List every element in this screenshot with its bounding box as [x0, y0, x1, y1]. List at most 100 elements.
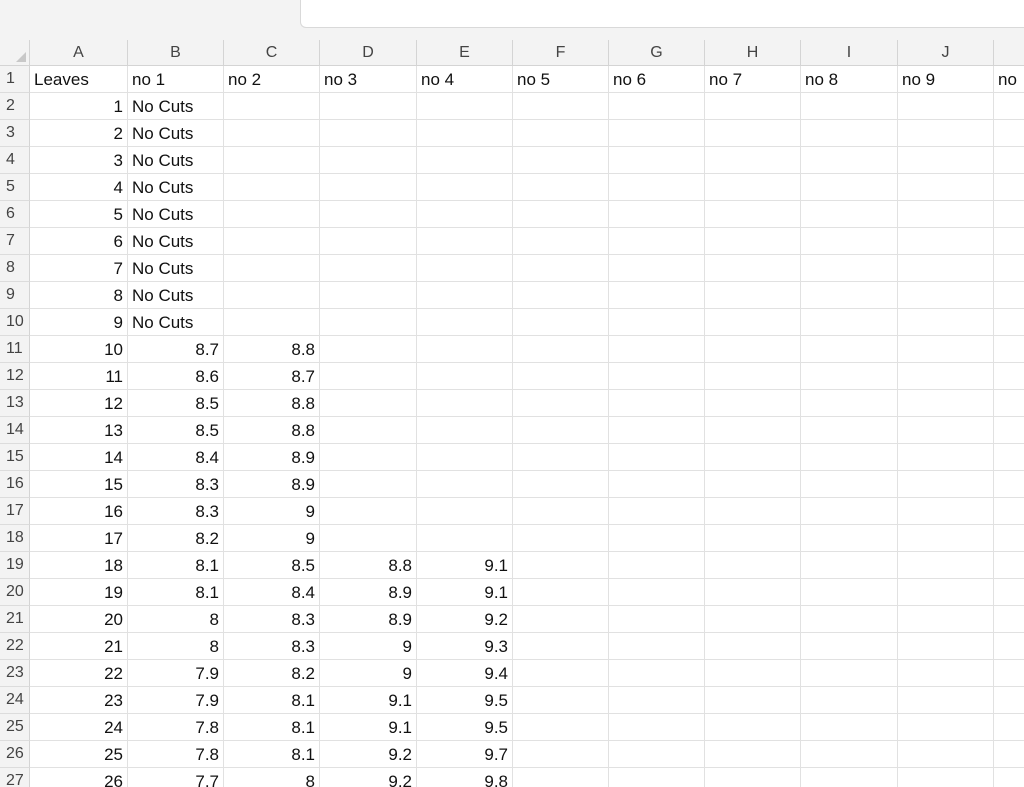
grid-cell[interactable] [609, 471, 705, 498]
grid-cell[interactable] [320, 390, 417, 417]
grid-cell[interactable] [705, 552, 801, 579]
grid-cell[interactable]: 9.2 [320, 741, 417, 768]
grid-cell[interactable] [320, 471, 417, 498]
grid-cell[interactable] [513, 552, 609, 579]
grid-cell[interactable]: 9.5 [417, 714, 513, 741]
grid-cell[interactable] [898, 417, 994, 444]
grid-cell[interactable] [705, 768, 801, 787]
grid-cell[interactable]: 19 [30, 579, 128, 606]
grid-cell[interactable] [994, 687, 1024, 714]
grid-cell[interactable] [705, 714, 801, 741]
grid-cell[interactable] [513, 174, 609, 201]
grid-cell[interactable] [801, 174, 898, 201]
grid-cell[interactable] [994, 579, 1024, 606]
grid-cell[interactable] [513, 120, 609, 147]
row-header[interactable]: 9 [0, 282, 30, 309]
grid-cell[interactable] [320, 498, 417, 525]
grid-cell[interactable] [513, 606, 609, 633]
grid-cell[interactable]: 8.1 [224, 741, 320, 768]
row-header[interactable]: 25 [0, 714, 30, 741]
grid-cell[interactable]: 9 [224, 498, 320, 525]
grid-cell[interactable]: 8.8 [320, 552, 417, 579]
grid-cell[interactable]: 8 [30, 282, 128, 309]
grid-cell[interactable]: 17 [30, 525, 128, 552]
grid-cell[interactable] [994, 228, 1024, 255]
grid-cell[interactable] [513, 498, 609, 525]
grid-cell[interactable] [801, 255, 898, 282]
grid-cell[interactable] [898, 741, 994, 768]
grid-cell[interactable] [417, 228, 513, 255]
grid-cell[interactable] [609, 93, 705, 120]
grid-cell[interactable] [513, 147, 609, 174]
grid-cell[interactable]: 8.1 [224, 714, 320, 741]
grid-cell[interactable] [513, 363, 609, 390]
grid-cell[interactable] [609, 768, 705, 787]
grid-cell[interactable] [705, 417, 801, 444]
grid-cell[interactable] [320, 363, 417, 390]
grid-cell[interactable] [513, 336, 609, 363]
grid-cell[interactable]: 9.1 [417, 552, 513, 579]
grid-cell[interactable] [994, 471, 1024, 498]
grid-cell[interactable] [609, 228, 705, 255]
grid-cell[interactable] [898, 390, 994, 417]
grid-cell[interactable] [609, 633, 705, 660]
grid-cell[interactable] [898, 147, 994, 174]
grid-cell[interactable]: 3 [30, 147, 128, 174]
grid-cell[interactable] [898, 255, 994, 282]
grid-cell[interactable]: 2 [30, 120, 128, 147]
grid-cell[interactable] [801, 390, 898, 417]
grid-cell[interactable]: No Cuts [128, 255, 224, 282]
grid-cell[interactable] [609, 147, 705, 174]
grid-cell[interactable]: 23 [30, 687, 128, 714]
grid-cell[interactable] [609, 255, 705, 282]
grid-cell[interactable]: 8.9 [320, 606, 417, 633]
grid-cell[interactable] [801, 228, 898, 255]
grid-cell[interactable] [994, 741, 1024, 768]
grid-cell[interactable]: 4 [30, 174, 128, 201]
grid-cell[interactable]: 8.9 [224, 444, 320, 471]
grid-cell[interactable] [705, 660, 801, 687]
grid-cell[interactable] [320, 336, 417, 363]
grid-cell[interactable] [417, 525, 513, 552]
grid-cell[interactable]: 8.9 [320, 579, 417, 606]
column-header-k[interactable] [994, 40, 1024, 66]
row-header[interactable]: 7 [0, 228, 30, 255]
grid-cell[interactable] [609, 552, 705, 579]
row-header[interactable]: 16 [0, 471, 30, 498]
grid-cell[interactable] [513, 471, 609, 498]
grid-cell[interactable]: no 4 [417, 66, 513, 93]
row-header[interactable]: 2 [0, 93, 30, 120]
grid-cell[interactable] [513, 444, 609, 471]
grid-cell[interactable] [417, 390, 513, 417]
grid-cell[interactable] [994, 660, 1024, 687]
grid-cell[interactable] [609, 174, 705, 201]
grid-cell[interactable] [417, 498, 513, 525]
grid-cell[interactable] [705, 282, 801, 309]
grid-cell[interactable] [705, 255, 801, 282]
grid-cell[interactable] [898, 444, 994, 471]
grid-cell[interactable] [801, 525, 898, 552]
grid-cell[interactable] [994, 282, 1024, 309]
grid-cell[interactable]: No Cuts [128, 147, 224, 174]
grid-cell[interactable] [320, 417, 417, 444]
grid-cell[interactable] [417, 282, 513, 309]
grid-cell[interactable] [801, 498, 898, 525]
row-header[interactable]: 10 [0, 309, 30, 336]
grid-cell[interactable]: 8.4 [128, 444, 224, 471]
grid-cell[interactable] [705, 174, 801, 201]
grid-cell[interactable]: 7 [30, 255, 128, 282]
grid-cell[interactable] [994, 336, 1024, 363]
grid-cell[interactable] [417, 201, 513, 228]
grid-cell[interactable] [705, 147, 801, 174]
grid-cell[interactable] [801, 282, 898, 309]
grid-cell[interactable]: 8.3 [128, 498, 224, 525]
grid-cell[interactable]: No Cuts [128, 282, 224, 309]
column-header-g[interactable]: G [609, 40, 705, 66]
grid-cell[interactable]: 10 [30, 336, 128, 363]
grid-cell[interactable] [801, 201, 898, 228]
grid-cell[interactable]: no 6 [609, 66, 705, 93]
grid-cell[interactable]: 8.8 [224, 390, 320, 417]
grid-cell[interactable]: 8 [128, 606, 224, 633]
grid-cell[interactable]: 13 [30, 417, 128, 444]
grid-cell[interactable] [994, 444, 1024, 471]
